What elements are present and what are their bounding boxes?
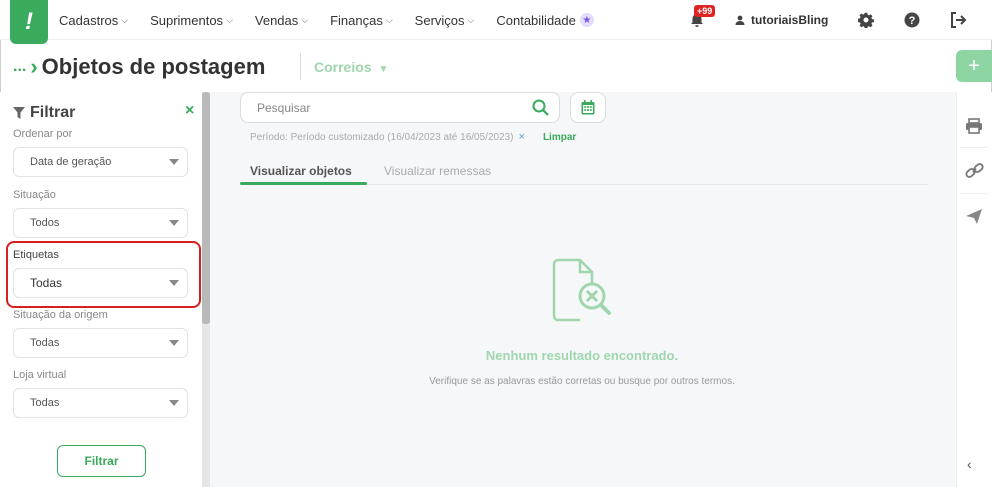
user-name: tutoriaisBling (751, 13, 829, 27)
help-icon: ? (904, 12, 920, 28)
chevron-down-icon: ⌵ (121, 14, 129, 25)
search-input[interactable]: Pesquisar (240, 92, 560, 123)
user-icon (735, 15, 745, 25)
link-icon[interactable] (965, 162, 984, 179)
user-menu[interactable]: tutoriaisBling (735, 0, 828, 40)
tab-shipments[interactable]: Visualizar remessas (384, 164, 491, 178)
add-button[interactable]: + (956, 50, 992, 82)
chevron-down-icon: ⌵ (385, 14, 393, 25)
close-filter-button[interactable]: × (185, 102, 194, 120)
gear-icon (858, 12, 874, 28)
origin-label: Situação da origem (13, 309, 108, 321)
empty-state-title: Nenhum resultado encontrado. (485, 348, 679, 363)
search-placeholder: Pesquisar (257, 100, 311, 115)
nav-financas-label: Finanças (330, 12, 383, 28)
chevron-right-icon: › (30, 54, 38, 79)
nav-suprimentos-label: Suprimentos (150, 12, 224, 28)
nav-contabilidade[interactable]: Contabilidade ★ (496, 13, 594, 28)
rail-divider (960, 147, 988, 148)
breadcrumb-ellipsis[interactable]: ... (13, 58, 26, 76)
caret-down-icon (169, 159, 179, 165)
nav-vendas-label: Vendas (254, 12, 299, 28)
collapse-rail-button[interactable]: ‹ (967, 456, 972, 472)
filter-header: Filtrar (13, 104, 75, 122)
breadcrumb: ... › Objetos de postagem (13, 54, 265, 80)
caret-down-icon: ▼ (378, 64, 389, 75)
funnel-icon (13, 107, 25, 119)
order-label: Ordenar por (13, 128, 73, 140)
carrier-selector[interactable]: Correios ▼ (314, 59, 388, 75)
svg-text:?: ? (909, 15, 916, 27)
chevron-down-icon: ⌵ (226, 14, 233, 25)
settings-button[interactable] (858, 0, 874, 40)
rail-divider (960, 193, 988, 194)
order-value: Data de geração (30, 156, 112, 168)
carrier-label: Correios (314, 59, 372, 75)
page-title: Objetos de postagem (41, 54, 266, 79)
print-icon[interactable] (965, 118, 983, 134)
document-search-icon (552, 258, 611, 322)
status-value: Todos (30, 217, 60, 229)
remove-period-button[interactable]: × (519, 131, 525, 143)
active-tab-indicator (240, 182, 367, 185)
period-filter: Período: Período customizado (16/04/2023… (250, 131, 576, 143)
logout-icon (951, 12, 967, 28)
order-select[interactable]: Data de geração (13, 147, 188, 177)
origin-select[interactable]: Todas (13, 328, 188, 358)
nav-cadastros[interactable]: Cadastros ⌵ (59, 13, 128, 28)
help-button[interactable]: ? (904, 0, 920, 40)
send-icon[interactable] (965, 208, 983, 225)
caret-down-icon (169, 220, 179, 226)
nav-cadastros-label: Cadastros (59, 12, 119, 28)
caret-down-icon (169, 340, 179, 346)
filter-title: Filtrar (30, 104, 76, 121)
store-label: Loja virtual (13, 369, 67, 381)
nav-contabilidade-label: Contabilidade (496, 12, 576, 28)
nav-servicos-label: Serviços (414, 12, 465, 28)
caret-down-icon (169, 400, 179, 406)
status-label: Situação (13, 189, 56, 201)
main-nav: Cadastros ⌵ Suprimentos ⌵ Vendas ⌵ Finan… (59, 0, 616, 40)
highlight-annotation (6, 241, 201, 308)
empty-state-subtitle: Verifique se as palavras estão corretas … (429, 376, 735, 387)
origin-value: Todas (30, 337, 60, 349)
bling-logo[interactable]: ! (10, 0, 48, 44)
star-icon: ★ (579, 13, 594, 27)
chevron-down-icon: ⌵ (467, 14, 475, 25)
period-text: Período: Período customizado (16/04/2023… (250, 131, 514, 143)
nav-vendas[interactable]: Vendas ⌵ (255, 13, 308, 28)
clear-filters-link[interactable]: Limpar (543, 132, 576, 143)
search-icon[interactable] (532, 99, 549, 116)
logout-button[interactable] (950, 0, 967, 40)
nav-suprimentos[interactable]: Suprimentos ⌵ (150, 13, 233, 28)
sidebar-scroll-thumb[interactable] (202, 92, 210, 324)
nav-financas[interactable]: Finanças ⌵ (330, 13, 393, 28)
status-select[interactable]: Todos (13, 208, 188, 238)
calendar-icon (581, 100, 595, 115)
tab-objects[interactable]: Visualizar objetos (250, 164, 352, 178)
notifications-badge: +99 (694, 5, 716, 17)
store-value: Todas (30, 397, 60, 409)
nav-servicos[interactable]: Serviços ⌵ (415, 13, 475, 28)
right-action-rail (956, 92, 992, 487)
chevron-down-icon: ⌵ (301, 14, 309, 25)
header-divider (300, 53, 301, 80)
store-select[interactable]: Todas (13, 388, 188, 418)
apply-filter-button[interactable]: Filtrar (57, 445, 146, 477)
calendar-button[interactable] (570, 92, 606, 123)
